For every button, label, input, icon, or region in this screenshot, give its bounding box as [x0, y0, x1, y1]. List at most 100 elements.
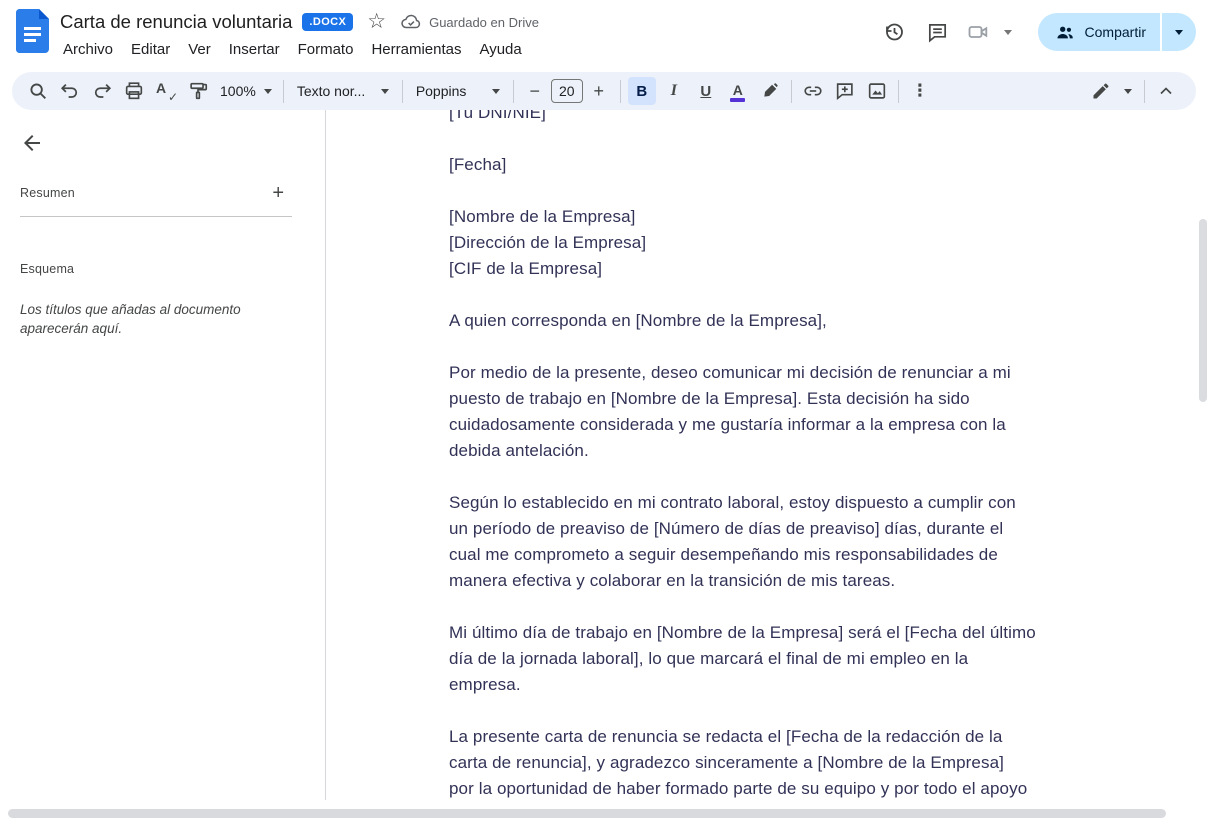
version-history-button[interactable] — [872, 12, 916, 52]
toolbar-divider — [898, 80, 899, 103]
undo-icon — [59, 80, 81, 102]
toolbar-divider — [1144, 80, 1145, 103]
spellcheck-icon: A ✓ — [155, 80, 177, 102]
title-row: Carta de renuncia voluntaria .DOCX ☆ Gua… — [60, 10, 539, 34]
insert-image-button[interactable] — [863, 77, 891, 105]
document-text[interactable]: [Tu DNI/NIE] [Fecha] [Nombre de la Empre… — [449, 110, 1149, 802]
menu-ayuda[interactable]: Ayuda — [470, 38, 530, 61]
chevron-down-icon — [264, 89, 272, 94]
saved-status-chip[interactable]: Guardado en Drive — [400, 11, 539, 33]
editing-mode-dropdown[interactable] — [1119, 77, 1137, 105]
vertical-scrollbar[interactable] — [1199, 219, 1207, 402]
menu-insertar[interactable]: Insertar — [220, 38, 289, 61]
outline-hint-text: Los títulos que añadas al documento apar… — [20, 300, 272, 338]
chevron-down-icon — [1004, 30, 1012, 35]
toolbar-divider — [620, 80, 621, 103]
toolbar-divider — [402, 80, 403, 103]
doc-paragraph[interactable]: La presente carta de renuncia se redacta… — [449, 724, 1149, 802]
top-actions: Compartir — [872, 12, 1196, 52]
cloud-check-icon — [400, 11, 422, 33]
document-title[interactable]: Carta de renuncia voluntaria — [60, 11, 292, 33]
menu-editar[interactable]: Editar — [122, 38, 179, 61]
paragraph-style-value: Texto nor... — [297, 83, 365, 99]
sidebar-divider — [20, 216, 292, 217]
underline-button[interactable]: U — [692, 77, 720, 105]
toolbar: A ✓ 100% Texto nor... Poppins − + B I U — [12, 72, 1196, 110]
toolbar-divider — [283, 80, 284, 103]
minus-icon: − — [530, 81, 541, 102]
increase-font-size-button[interactable]: + — [585, 77, 613, 105]
arrow-back-icon — [20, 131, 44, 155]
share-main[interactable]: Compartir — [1038, 13, 1160, 51]
editing-mode-button[interactable] — [1087, 77, 1115, 105]
plus-icon: + — [594, 81, 605, 102]
add-summary-button[interactable]: + — [272, 184, 284, 202]
chevron-down-icon — [381, 89, 389, 94]
italic-button[interactable]: I — [660, 77, 688, 105]
image-icon — [866, 80, 888, 102]
print-icon — [123, 80, 145, 102]
meet-video-button[interactable] — [960, 12, 996, 52]
print-button[interactable] — [120, 77, 148, 105]
doc-paragraph[interactable]: [Nombre de la Empresa] [Dirección de la … — [449, 204, 1149, 282]
toolbar-divider — [513, 80, 514, 103]
doc-paragraph[interactable]: [Fecha] — [449, 152, 1149, 178]
font-select[interactable]: Poppins — [410, 77, 506, 105]
outline-label: Esquema — [20, 262, 74, 276]
menu-herramientas[interactable]: Herramientas — [362, 38, 470, 61]
doc-paragraph[interactable]: Por medio de la presente, deseo comunica… — [449, 360, 1149, 464]
meet-dropdown-button[interactable] — [996, 12, 1020, 52]
toolbar-divider — [791, 80, 792, 103]
pencil-icon — [1091, 81, 1111, 101]
paint-format-button[interactable] — [184, 77, 212, 105]
font-size-input[interactable] — [551, 79, 583, 103]
people-icon — [1054, 21, 1076, 43]
doc-paragraph[interactable]: Según lo establecido en mi contrato labo… — [449, 490, 1149, 594]
zoom-select[interactable]: 100% — [216, 77, 276, 105]
bold-button[interactable]: B — [628, 77, 656, 105]
redo-button[interactable] — [88, 77, 116, 105]
star-icon[interactable]: ☆ — [367, 12, 386, 32]
close-outline-button[interactable] — [20, 131, 44, 155]
document-canvas[interactable]: [Tu DNI/NIE] [Fecha] [Nombre de la Empre… — [326, 110, 1196, 806]
hide-menus-button[interactable] — [1152, 77, 1180, 105]
font-value: Poppins — [416, 83, 467, 99]
history-icon — [882, 20, 906, 44]
share-dropdown-button[interactable] — [1162, 13, 1196, 51]
doc-paragraph[interactable]: A quien corresponda en [Nombre de la Emp… — [449, 308, 1149, 334]
menu-archivo[interactable]: Archivo — [54, 38, 122, 61]
share-label: Compartir — [1085, 24, 1146, 40]
chevron-down-icon — [1124, 89, 1132, 94]
text-color-button[interactable]: A — [724, 77, 752, 105]
zoom-value: 100% — [220, 83, 256, 99]
undo-button[interactable] — [56, 77, 84, 105]
docx-badge: .DOCX — [302, 13, 353, 31]
share-button[interactable]: Compartir — [1038, 13, 1196, 51]
more-options-button[interactable]: ⋮ — [906, 77, 934, 105]
horizontal-scrollbar[interactable] — [8, 809, 1166, 818]
text-color-a: A — [733, 84, 743, 97]
redo-icon — [91, 80, 113, 102]
insert-link-button[interactable] — [799, 77, 827, 105]
spelling-check-button[interactable]: A ✓ — [152, 77, 180, 105]
chevron-down-icon — [492, 89, 500, 94]
paragraph-style-select[interactable]: Texto nor... — [291, 77, 395, 105]
menu-formato[interactable]: Formato — [289, 38, 363, 61]
add-comment-icon — [834, 80, 856, 102]
doc-paragraph[interactable]: [Tu DNI/NIE] — [449, 110, 1149, 126]
search-menus-button[interactable] — [24, 77, 52, 105]
paint-roller-icon — [187, 80, 209, 102]
decrease-font-size-button[interactable]: − — [521, 77, 549, 105]
saved-status-text: Guardado en Drive — [429, 15, 539, 30]
menu-ver[interactable]: Ver — [179, 38, 220, 61]
add-comment-button[interactable] — [831, 77, 859, 105]
search-icon — [27, 80, 49, 102]
comment-icon — [926, 21, 949, 44]
highlight-color-button[interactable] — [756, 77, 784, 105]
menu-bar: Archivo Editar Ver Insertar Formato Herr… — [54, 38, 531, 61]
google-docs-logo-icon[interactable] — [16, 9, 49, 53]
comments-button[interactable] — [916, 12, 960, 52]
link-icon — [802, 80, 824, 102]
doc-paragraph[interactable]: Mi último día de trabajo en [Nombre de l… — [449, 620, 1149, 698]
summary-label: Resumen — [20, 186, 75, 200]
